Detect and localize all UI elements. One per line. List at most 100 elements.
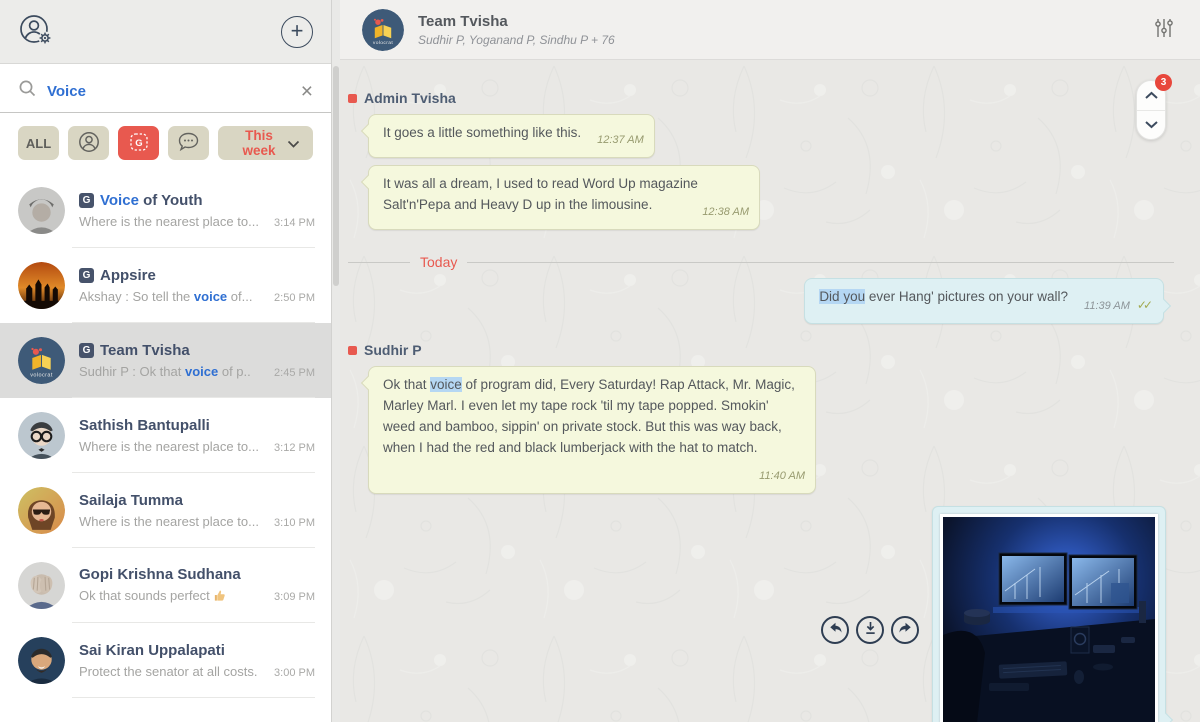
conversation-members: Sudhir P, Yoganand P, Sindhu P + 76: [418, 33, 615, 47]
chevron-down-icon: [1144, 117, 1159, 132]
filter-messages-button[interactable]: [168, 126, 209, 160]
chat-item-sailaja-tumma[interactable]: Sailaja Tumma Where is the nearest place…: [0, 473, 331, 548]
chat-item-sai-kiran-uppalapati[interactable]: Sai Kiran Uppalapati Protect the senator…: [0, 623, 331, 698]
conversation-header: volocrat Team Tvisha Sudhir P, Yoganand …: [340, 0, 1200, 60]
sidebar-scrollbar: [331, 0, 340, 722]
message-time: 11:40 AM: [759, 468, 805, 485]
chat-preview: Ok that sounds perfect: [79, 588, 268, 605]
conversation-filter-button[interactable]: [1154, 17, 1174, 42]
svg-text:volocrat: volocrat: [373, 40, 393, 46]
sliders-icon: [1154, 17, 1174, 42]
message-sender: Sudhir P: [348, 342, 422, 358]
outgoing-image-message: 11:45 AM✓✓: [932, 506, 1166, 722]
avatar: [18, 187, 65, 234]
message-time: 12:38 AM: [702, 204, 749, 221]
svg-text:volocrat: volocrat: [30, 372, 53, 378]
thumbs-up-emoji: [213, 589, 226, 605]
search-match-text: voice: [430, 377, 462, 392]
conversation-avatar-volocrat-logo[interactable]: volocrat: [362, 9, 404, 51]
chat-preview: Where is the nearest place to...: [79, 214, 268, 229]
group-icon: G: [127, 130, 151, 157]
incoming-message: Ok that voice of program did, Every Satu…: [368, 366, 816, 494]
date-divider: Today: [348, 254, 1174, 270]
avatar: [18, 562, 65, 609]
admin-badge-icon: [348, 346, 357, 355]
incoming-message: It goes a little something like this. 12…: [368, 114, 655, 158]
new-chat-button[interactable]: +: [281, 16, 313, 48]
close-icon: ×: [301, 80, 313, 103]
group-badge-icon: G: [79, 193, 94, 208]
avatar: [18, 412, 65, 459]
group-badge-icon: G: [79, 268, 94, 283]
chat-bubble-icon: [176, 130, 201, 156]
conversation-pane: volocrat Team Tvisha Sudhir P, Yoganand …: [340, 0, 1200, 722]
outgoing-message: Did you ever Hang' pictures on your wall…: [804, 278, 1164, 324]
group-badge-icon: G: [79, 343, 94, 358]
search-icon: [18, 79, 37, 103]
clear-search-button[interactable]: ×: [301, 81, 313, 102]
chevron-down-icon: [287, 136, 300, 151]
message-area: Admin Tvisha It goes a little something …: [340, 60, 1200, 722]
chat-name: Sai Kiran Uppalapati: [79, 642, 315, 659]
chat-item-team-tvisha[interactable]: volocrat G Team Tvisha Sudhir P : Ok tha…: [0, 323, 331, 398]
chat-time: 3:09 PM: [274, 591, 315, 603]
filter-all-label: ALL: [26, 136, 51, 151]
sidebar: + × ALL: [0, 0, 331, 722]
chat-name: G Team Tvisha: [79, 342, 315, 359]
attached-photo[interactable]: [940, 514, 1158, 722]
chat-preview: Protect the senator at all costs.: [79, 664, 268, 679]
filter-all-button[interactable]: ALL: [18, 126, 59, 160]
avatar: [18, 262, 65, 309]
chat-preview: Where is the nearest place to...: [79, 514, 268, 529]
chat-time: 2:45 PM: [274, 367, 315, 379]
svg-text:G: G: [135, 138, 142, 149]
chat-preview: Where is the nearest place to...: [79, 439, 268, 454]
period-label: This week: [231, 128, 287, 158]
chat-app: + × ALL: [0, 0, 1200, 722]
period-dropdown[interactable]: This week: [218, 126, 313, 160]
chat-item-voice-of-youth[interactable]: G Voice of Youth Where is the nearest pl…: [0, 173, 331, 248]
chat-name: G Voice of Youth: [79, 192, 315, 209]
person-icon: [77, 130, 101, 157]
reply-arrow-icon: [828, 621, 843, 638]
selected-text: Did you: [819, 289, 865, 304]
chat-name: Gopi Krishna Sudhana: [79, 566, 315, 583]
read-checkmarks-icon: ✓✓: [1137, 298, 1153, 312]
chat-name: Sathish Bantupalli: [79, 417, 315, 434]
chat-item-sathish-bantupalli[interactable]: Sathish Bantupalli Where is the nearest …: [0, 398, 331, 473]
chat-list: G Voice of Youth Where is the nearest pl…: [0, 173, 331, 722]
chat-item-gopi-krishna-sudhana[interactable]: Gopi Krishna Sudhana Ok that sounds perf…: [0, 548, 331, 623]
search-bar: ×: [0, 64, 331, 113]
chat-time: 3:14 PM: [274, 217, 315, 229]
unread-count-badge: 3: [1155, 74, 1172, 91]
user-settings-icon: [18, 13, 56, 50]
avatar-volocrat-logo: volocrat: [18, 337, 65, 384]
unread-navigator: 3: [1136, 80, 1166, 140]
search-input[interactable]: [47, 83, 291, 100]
chat-name: G Appsire: [79, 267, 315, 284]
admin-badge-icon: [348, 94, 357, 103]
forward-arrow-icon: [898, 621, 913, 638]
download-button[interactable]: [856, 616, 884, 644]
download-icon: [864, 621, 877, 638]
filter-groups-button[interactable]: G: [118, 126, 159, 160]
avatar: [18, 487, 65, 534]
scroll-down-button[interactable]: [1137, 111, 1165, 140]
scrollbar-thumb[interactable]: [333, 66, 339, 286]
chat-time: 3:12 PM: [274, 442, 315, 454]
date-divider-label: Today: [420, 254, 457, 270]
filter-contacts-button[interactable]: [68, 126, 109, 160]
message-time: 12:37 AM: [597, 132, 644, 149]
chat-item-appsire[interactable]: G Appsire Akshay : So tell the voice of.…: [0, 248, 331, 323]
image-message-row: 11:45 AM✓✓: [821, 506, 1166, 722]
message-sender: Admin Tvisha: [348, 90, 456, 106]
chat-preview: Sudhir P : Ok that voice of p..: [79, 364, 268, 379]
profile-settings-button[interactable]: [18, 13, 56, 50]
reply-button[interactable]: [821, 616, 849, 644]
chat-time: 2:50 PM: [274, 292, 315, 304]
chat-time: 3:00 PM: [274, 667, 315, 679]
incoming-message: It was all a dream, I used to read Word …: [368, 165, 760, 230]
filter-bar: ALL G: [0, 113, 331, 173]
chat-time: 3:10 PM: [274, 517, 315, 529]
forward-button[interactable]: [891, 616, 919, 644]
